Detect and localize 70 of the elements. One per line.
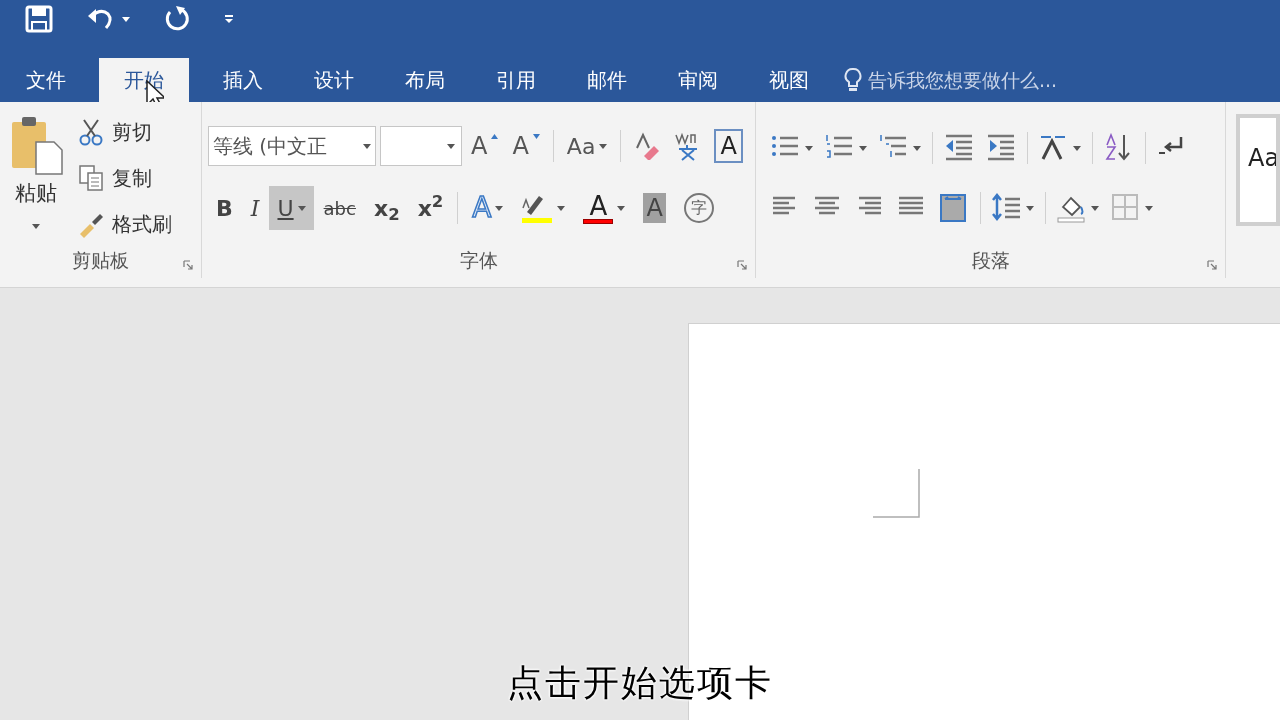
caret-icon: [617, 205, 626, 211]
save-button[interactable]: [24, 4, 54, 34]
launcher-icon: [183, 260, 193, 270]
color-button[interactable]: A: [575, 186, 634, 230]
caret-icon: [1026, 205, 1034, 211]
caret-icon: [859, 145, 867, 151]
grow-button[interactable]: A: [466, 126, 504, 166]
decrease-indent-icon: [944, 133, 974, 163]
dialog-launcher[interactable]: [183, 260, 193, 270]
launcher-icon: [737, 260, 747, 270]
font-name-field[interactable]: 等线 (中文正: [208, 126, 376, 166]
caret-icon: [495, 205, 504, 211]
save-icon: [24, 4, 54, 34]
italic-button[interactable]: I: [242, 186, 268, 230]
ribbon-tab[interactable]: 引用: [470, 58, 561, 102]
painter-button[interactable]: 格式刷: [78, 206, 172, 242]
margin-corner-icon: [873, 469, 921, 519]
ribbon-tab[interactable]: 插入: [197, 58, 288, 102]
ribbon-tab[interactable]: 审阅: [652, 58, 743, 102]
group-label: 字体: [459, 247, 498, 273]
bold-button[interactable]: B: [208, 186, 241, 230]
underline-button[interactable]: U: [269, 186, 314, 230]
caret-icon: [913, 145, 921, 151]
distributed-icon: [939, 193, 969, 223]
paste-button[interactable]: 粘贴: [8, 114, 64, 229]
shrink-button[interactable]: A: [507, 126, 545, 166]
caret-icon: [599, 143, 608, 149]
group-label: 剪贴板: [72, 247, 129, 273]
tell-me-field[interactable]: 告诉我您想要做什么...: [868, 65, 1128, 95]
triangle-icon: [491, 134, 499, 139]
ribbon-tab[interactable]: 文件: [0, 58, 91, 102]
caret-icon: [447, 143, 455, 149]
caret-icon: [1073, 145, 1081, 151]
font-size-field[interactable]: [380, 126, 462, 166]
ribbon-tab[interactable]: 邮件: [561, 58, 652, 102]
scissors-icon: [78, 118, 104, 146]
caret-icon: [1091, 205, 1099, 211]
line-spacing-icon: [992, 193, 1022, 223]
ribbon-tab[interactable]: 设计: [288, 58, 379, 102]
caret-icon: [32, 223, 40, 229]
launcher-icon: [1207, 260, 1217, 270]
dialog-launcher[interactable]: [737, 260, 747, 270]
customize-icon: [224, 14, 234, 24]
shading-button[interactable]: A: [635, 186, 674, 230]
cut-button[interactable]: 剪切: [78, 114, 172, 150]
caret-icon: [297, 205, 306, 211]
triangle-icon: [532, 134, 540, 139]
caret-icon: [122, 16, 130, 22]
group-label: 段落: [971, 247, 1010, 273]
borders-icon: [1111, 193, 1141, 223]
sup-button[interactable]: x$^{2}$: [409, 186, 452, 230]
caret-icon: [1145, 205, 1153, 211]
dialog-launcher[interactable]: [1207, 260, 1217, 270]
eraser-icon: [634, 132, 661, 160]
copy-icon: [78, 164, 104, 192]
sub-button[interactable]: x$_{2}$: [365, 186, 408, 230]
customize-button[interactable]: [224, 14, 234, 24]
caret-icon: [363, 143, 371, 149]
copy-button[interactable]: 复制: [78, 160, 172, 196]
strike-button[interactable]: abc: [315, 186, 364, 230]
lightbulb-icon: [844, 67, 862, 93]
caret-icon: [557, 205, 566, 211]
enclose-button[interactable]: 字: [675, 186, 722, 230]
ribbon-tab[interactable]: 视图: [743, 58, 834, 102]
caret-icon: [805, 145, 813, 151]
caret-button[interactable]: [122, 16, 130, 22]
ribbon-tab[interactable]: 布局: [379, 58, 470, 102]
increase-indent-icon: [986, 133, 1016, 163]
video-subtitle: 点击开始选项卡: [507, 662, 773, 703]
case-button[interactable]: Aa: [561, 126, 613, 166]
